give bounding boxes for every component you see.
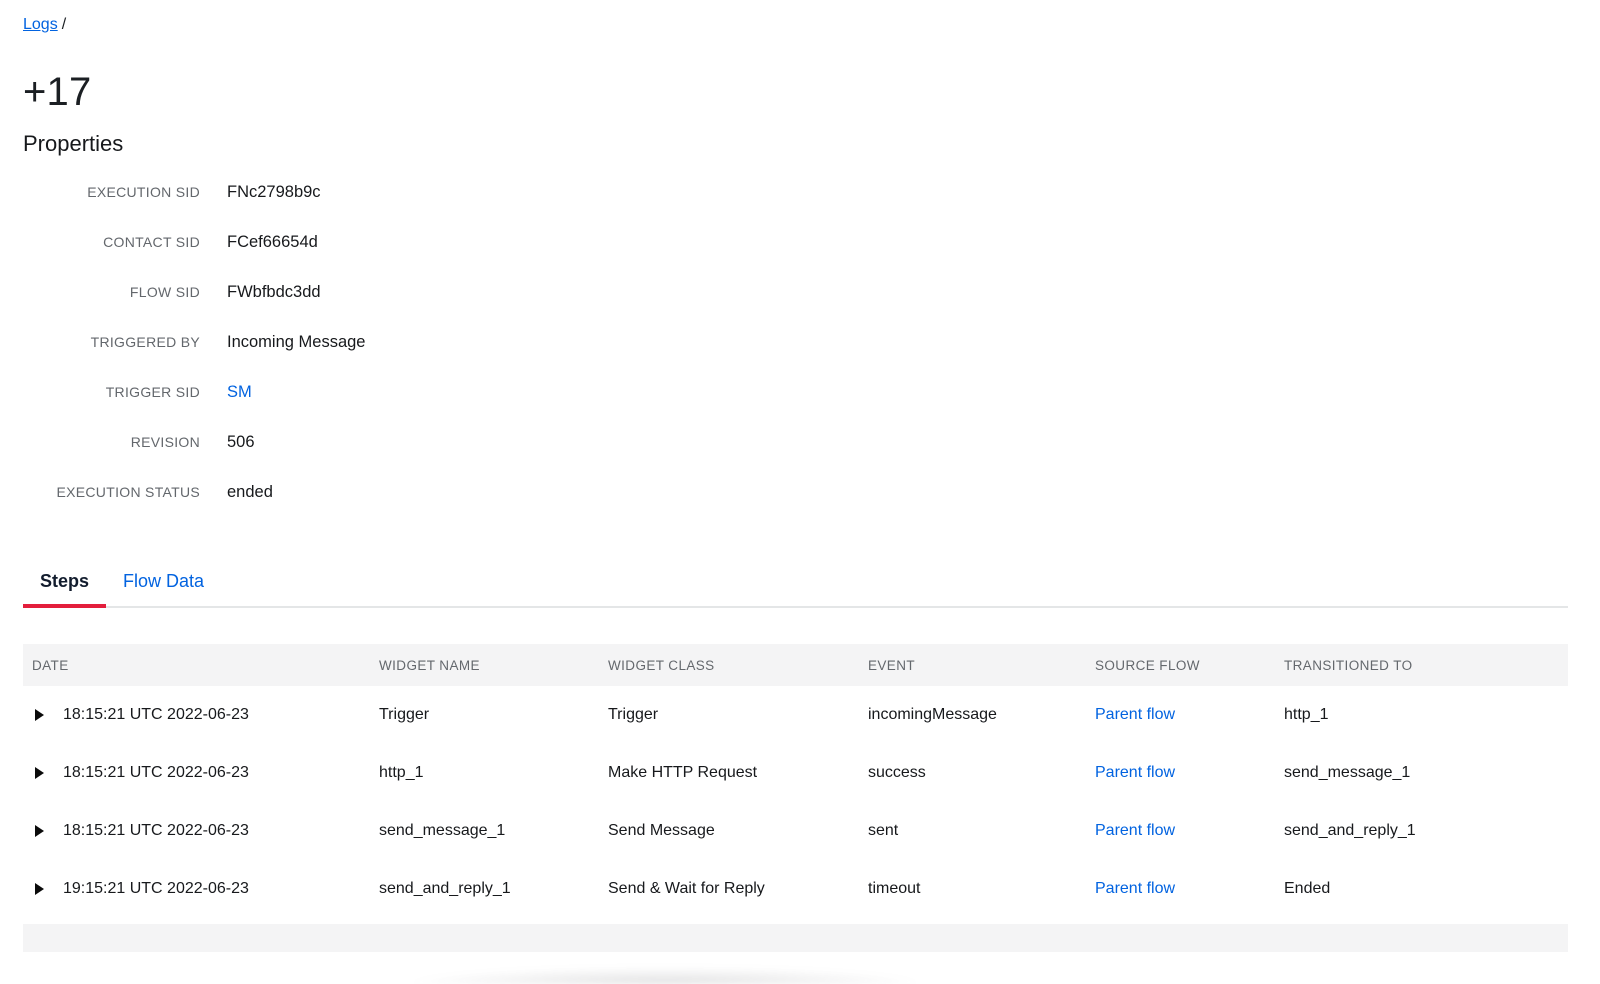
- table-row: 19:15:21 UTC 2022-06-23 send_and_reply_1…: [23, 860, 1568, 918]
- page-title: +17: [23, 70, 1568, 115]
- step-widget-class: Send Message: [608, 802, 868, 860]
- expand-caret-icon[interactable]: [35, 709, 44, 721]
- breadcrumb: Logs/: [23, 16, 1568, 34]
- triggered-by-value: Incoming Message: [227, 333, 366, 352]
- property-row-triggered-by: TRIGGERED BY Incoming Message: [23, 317, 1568, 367]
- tab-bar: Steps Flow Data: [23, 563, 1568, 608]
- step-event: sent: [868, 802, 1095, 860]
- expand-caret-icon[interactable]: [35, 825, 44, 837]
- property-row-contact-sid: CONTACT SID FCef66654d: [23, 217, 1568, 267]
- source-flow-link[interactable]: Parent flow: [1095, 764, 1175, 781]
- execution-status-value: ended: [227, 483, 273, 502]
- tab-steps[interactable]: Steps: [23, 563, 106, 608]
- contact-sid-value: FCef66654d: [227, 233, 318, 252]
- step-widget-name: Trigger: [379, 686, 608, 744]
- property-row-flow-sid: FLOW SID FWbfbdc3dd: [23, 267, 1568, 317]
- column-header-widget-name: WIDGET NAME: [379, 644, 608, 686]
- properties-heading: Properties: [23, 131, 1568, 157]
- step-widget-class: Send & Wait for Reply: [608, 860, 868, 918]
- step-widget-class: Make HTTP Request: [608, 744, 868, 802]
- property-row-revision: REVISION 506: [23, 417, 1568, 467]
- table-row: 18:15:21 UTC 2022-06-23 http_1 Make HTTP…: [23, 744, 1568, 802]
- expand-caret-icon[interactable]: [35, 767, 44, 779]
- column-header-event: EVENT: [868, 644, 1095, 686]
- source-flow-link[interactable]: Parent flow: [1095, 822, 1175, 839]
- steps-table: DATE WIDGET NAME WIDGET CLASS EVENT SOUR…: [23, 644, 1568, 918]
- property-label: EXECUTION SID: [23, 184, 200, 200]
- execution-sid-value: FNc2798b9c: [227, 183, 321, 202]
- step-event: incomingMessage: [868, 686, 1095, 744]
- revision-value: 506: [227, 433, 255, 452]
- step-date: 18:15:21 UTC 2022-06-23: [63, 706, 249, 724]
- column-header-date: DATE: [23, 644, 379, 686]
- column-header-source-flow: SOURCE FLOW: [1095, 644, 1284, 686]
- source-flow-link[interactable]: Parent flow: [1095, 706, 1175, 723]
- property-label: TRIGGERED BY: [23, 334, 200, 350]
- column-header-widget-class: WIDGET CLASS: [608, 644, 868, 686]
- property-row-execution-sid: EXECUTION SID FNc2798b9c: [23, 167, 1568, 217]
- step-date: 18:15:21 UTC 2022-06-23: [63, 822, 249, 840]
- properties-list: EXECUTION SID FNc2798b9c CONTACT SID FCe…: [23, 167, 1568, 517]
- column-header-transitioned-to: TRANSITIONED TO: [1284, 644, 1568, 686]
- property-label: TRIGGER SID: [23, 384, 200, 400]
- flow-sid-value: FWbfbdc3dd: [227, 283, 321, 302]
- step-widget-name: send_message_1: [379, 802, 608, 860]
- breadcrumb-separator: /: [62, 16, 66, 33]
- step-transitioned-to: http_1: [1284, 686, 1568, 744]
- tab-flow-data[interactable]: Flow Data: [106, 563, 221, 608]
- step-widget-name: send_and_reply_1: [379, 860, 608, 918]
- step-widget-name: http_1: [379, 744, 608, 802]
- property-row-execution-status: EXECUTION STATUS ended: [23, 467, 1568, 517]
- expand-caret-icon[interactable]: [35, 883, 44, 895]
- table-row: 18:15:21 UTC 2022-06-23 send_message_1 S…: [23, 802, 1568, 860]
- trigger-sid-link[interactable]: SM: [227, 383, 252, 402]
- property-row-trigger-sid: TRIGGER SID SM: [23, 367, 1568, 417]
- table-row: 18:15:21 UTC 2022-06-23 Trigger Trigger …: [23, 686, 1568, 744]
- table-footer-bar: [23, 924, 1568, 952]
- step-widget-class: Trigger: [608, 686, 868, 744]
- step-date: 19:15:21 UTC 2022-06-23: [63, 880, 249, 898]
- step-event: success: [868, 744, 1095, 802]
- breadcrumb-logs-link[interactable]: Logs: [23, 16, 58, 33]
- step-transitioned-to: send_and_reply_1: [1284, 802, 1568, 860]
- step-transitioned-to: Ended: [1284, 860, 1568, 918]
- property-label: REVISION: [23, 434, 200, 450]
- step-transitioned-to: send_message_1: [1284, 744, 1568, 802]
- source-flow-link[interactable]: Parent flow: [1095, 880, 1175, 897]
- property-label: FLOW SID: [23, 284, 200, 300]
- step-event: timeout: [868, 860, 1095, 918]
- property-label: CONTACT SID: [23, 234, 200, 250]
- property-label: EXECUTION STATUS: [23, 484, 200, 500]
- page-content: Logs/ +17 Properties EXECUTION SID FNc27…: [0, 0, 1600, 952]
- step-date: 18:15:21 UTC 2022-06-23: [63, 764, 249, 782]
- steps-table-header: DATE WIDGET NAME WIDGET CLASS EVENT SOUR…: [23, 644, 1568, 686]
